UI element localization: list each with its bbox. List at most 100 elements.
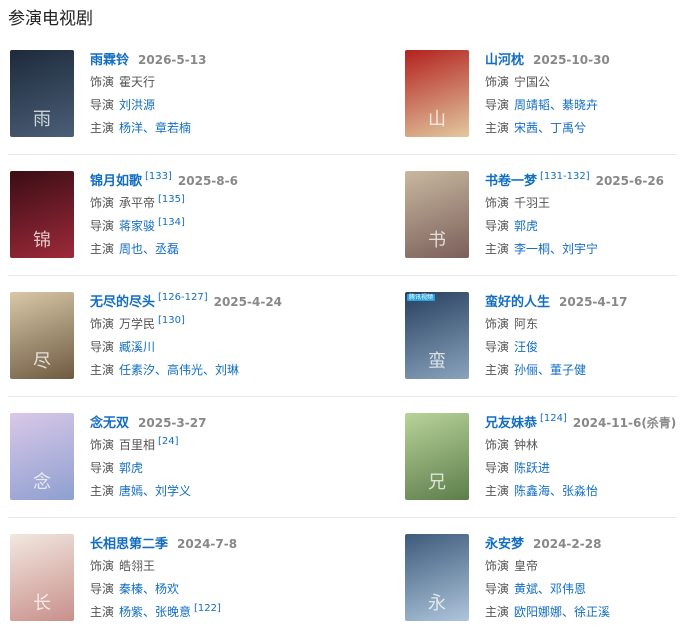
- role-field: 饰演 承平帝 [135]: [90, 193, 340, 213]
- drama-title-link[interactable]: 永安梦: [485, 537, 524, 552]
- citation-ref[interactable]: [131-132]: [540, 171, 590, 182]
- citation-ref[interactable]: [24]: [158, 436, 179, 447]
- role-label: 饰演: [90, 317, 115, 331]
- director-value[interactable]: 秦榛、杨欢: [119, 582, 179, 596]
- citation-ref[interactable]: [126-127]: [158, 292, 208, 303]
- drama-title-link[interactable]: 长相思第二季: [90, 537, 168, 552]
- poster-image[interactable]: 长: [10, 534, 74, 621]
- drama-info: 锦月如歌 [133] 2025-8-6 饰演 承平帝 [135] 导演 蒋家骏 [134] 主演周…: [90, 170, 340, 259]
- poster-image[interactable]: 锦: [10, 171, 74, 258]
- poster-image[interactable]: 山: [405, 50, 469, 137]
- platform-badge: 腾讯视频: [407, 294, 436, 301]
- role-label: 饰演: [90, 75, 115, 89]
- cast-field: 主演 欧阳娜娜、徐正溪: [485, 602, 681, 622]
- cast-value[interactable]: 欧阳娜娜、徐正溪: [514, 605, 610, 619]
- drama-title-link[interactable]: 无尽的尽头: [90, 295, 155, 310]
- cast-label: 主演: [90, 242, 115, 256]
- director-value[interactable]: 臧溪川: [119, 340, 155, 354]
- cast-field: 主演 周也、丞磊: [90, 239, 340, 259]
- citation-ref[interactable]: [135]: [158, 194, 185, 205]
- citation-ref[interactable]: [124]: [540, 413, 567, 424]
- cast-field: 主演 陈鑫海、张淼怡: [485, 481, 681, 501]
- poster-glyph: 兄: [428, 472, 446, 493]
- citation-ref[interactable]: [122]: [194, 603, 221, 614]
- role-field: 饰演 阿东: [485, 314, 681, 334]
- citation-ref[interactable]: [134]: [158, 217, 185, 228]
- cast-value[interactable]: 杨洋、章若楠: [119, 121, 191, 135]
- director-value[interactable]: 周靖韬、綦晓卉: [514, 98, 598, 112]
- role-field: 饰演 千羽王: [485, 193, 681, 213]
- director-value[interactable]: 蒋家骏: [119, 219, 155, 233]
- drama-title-link[interactable]: 兄友妹恭: [485, 416, 537, 431]
- director-value[interactable]: 陈跃进: [514, 461, 550, 475]
- poster-image[interactable]: 书: [405, 171, 469, 258]
- poster-glyph: 蛮: [428, 351, 446, 372]
- poster-glyph: 念: [33, 472, 51, 493]
- drama-card: 兄 兄友妹恭 [124] 2024-11-6(杀青) 饰演 钟林 导演 陈跃进 主演 陈鑫海、张淼…: [405, 413, 681, 503]
- title-line: 念无双 2025-3-27: [90, 412, 340, 432]
- role-field: 饰演 宁国公: [485, 72, 681, 92]
- cast-label: 主演: [90, 484, 115, 498]
- cast-value[interactable]: 杨紫、张晚意: [119, 605, 191, 619]
- drama-card: 念 念无双 2025-3-27 饰演 百里相 [24] 导演 郭虎 主演 唐嫣、刘学义: [10, 413, 340, 503]
- title-line: 书卷一梦 [131-132] 2025-6-26: [485, 170, 681, 190]
- cast-value[interactable]: 宋茜、丁禹兮: [514, 121, 586, 135]
- drama-title-link[interactable]: 念无双: [90, 416, 129, 431]
- director-value[interactable]: 刘洪源: [119, 98, 155, 112]
- drama-title-link[interactable]: 雨霖铃: [90, 53, 129, 68]
- role-value: 千羽王: [514, 196, 551, 210]
- release-date: 2025-6-26: [595, 174, 665, 188]
- drama-info: 书卷一梦 [131-132] 2025-6-26 饰演 千羽王 导演 郭虎 主演 李一桐、刘宇宁: [485, 170, 681, 259]
- director-value[interactable]: 郭虎: [119, 461, 143, 475]
- poster-image[interactable]: 雨: [10, 50, 74, 137]
- title-line: 山河枕 2025-10-30: [485, 49, 681, 69]
- title-line: 雨霖铃 2026-5-13: [90, 49, 340, 69]
- poster-image[interactable]: 永: [405, 534, 469, 621]
- cast-field: 主演 李一桐、刘宇宁: [485, 239, 681, 259]
- cast-label: 主演: [485, 484, 510, 498]
- role-value: 皇帝: [514, 559, 539, 573]
- director-field: 导演 秦榛、杨欢: [90, 579, 340, 599]
- release-date: 2026-5-13: [138, 53, 207, 67]
- drama-info: 永安梦 2024-2-28 饰演 皇帝 导演 黄斌、邓伟恩 主演 欧阳娜娜、徐正溪: [485, 533, 681, 622]
- drama-card: 雨 雨霖铃 2026-5-13 饰演 霍天行 导演 刘洪源 主演 杨洋、章若楠: [10, 50, 340, 140]
- drama-info: 山河枕 2025-10-30 饰演 宁国公 导演 周靖韬、綦晓卉 主演 宋茜、丁禹兮: [485, 49, 681, 138]
- section-title: 参演电视剧: [8, 9, 93, 29]
- role-value: 百里相: [119, 438, 156, 452]
- director-value[interactable]: 黄斌、邓伟恩: [514, 582, 586, 596]
- cast-value[interactable]: 陈鑫海、张淼怡: [514, 484, 598, 498]
- cast-value[interactable]: 周也、丞磊: [119, 242, 179, 256]
- drama-info: 念无双 2025-3-27 饰演 百里相 [24] 导演 郭虎 主演 唐嫣、刘学义: [90, 412, 340, 501]
- cast-field: 主演 唐嫣、刘学义: [90, 481, 340, 501]
- citation-ref[interactable]: [130]: [158, 315, 185, 326]
- drama-info: 无尽的尽头 [126-127] 2025-4-24 饰演 万学民 [130] 导演 臧溪川 主演…: [90, 291, 340, 380]
- cast-value[interactable]: 孙俪、董子健: [514, 363, 586, 377]
- citation-ref[interactable]: [133]: [145, 171, 172, 182]
- cast-value[interactable]: 任素汐、高伟光、刘琳: [119, 363, 239, 377]
- cast-value[interactable]: 唐嫣、刘学义: [119, 484, 191, 498]
- director-field: 导演 臧溪川: [90, 337, 340, 357]
- poster-glyph: 锦: [33, 230, 51, 251]
- drama-card: 腾讯视频蛮 蛮好的人生 2025-4-17 饰演 阿东 导演 汪俊 主演 孙俪、董子健: [405, 292, 681, 382]
- cast-label: 主演: [90, 363, 115, 377]
- director-value[interactable]: 郭虎: [514, 219, 538, 233]
- director-field: 导演 黄斌、邓伟恩: [485, 579, 681, 599]
- drama-row: 雨雨霖铃 2026-5-13 饰演 霍天行 导演 刘洪源 主演 杨洋、章若楠山山河枕 2025-…: [0, 34, 681, 155]
- drama-row: 尽无尽的尽头 [126-127] 2025-4-24 饰演 万学民 [130] 导演 臧溪川主…: [0, 276, 681, 397]
- director-label: 导演: [485, 582, 510, 596]
- poster-image[interactable]: 兄: [405, 413, 469, 500]
- drama-title-link[interactable]: 蛮好的人生: [485, 295, 550, 310]
- poster-glyph: 长: [33, 593, 51, 614]
- poster-image[interactable]: 尽: [10, 292, 74, 379]
- drama-title-link[interactable]: 书卷一梦: [485, 174, 537, 189]
- cast-value[interactable]: 李一桐、刘宇宁: [514, 242, 598, 256]
- role-field: 饰演 皓翎王: [90, 556, 340, 576]
- director-field: 导演 汪俊: [485, 337, 681, 357]
- drama-title-link[interactable]: 锦月如歌: [90, 174, 142, 189]
- drama-title-link[interactable]: 山河枕: [485, 53, 524, 68]
- director-value[interactable]: 汪俊: [514, 340, 538, 354]
- poster-image[interactable]: 念: [10, 413, 74, 500]
- poster-image[interactable]: 腾讯视频蛮: [405, 292, 469, 379]
- drama-info: 长相思第二季 2024-7-8 饰演 皓翎王 导演 秦榛、杨欢 主演 杨紫、张晚意 [122]: [90, 533, 340, 622]
- release-date: 2024-7-8: [177, 537, 238, 551]
